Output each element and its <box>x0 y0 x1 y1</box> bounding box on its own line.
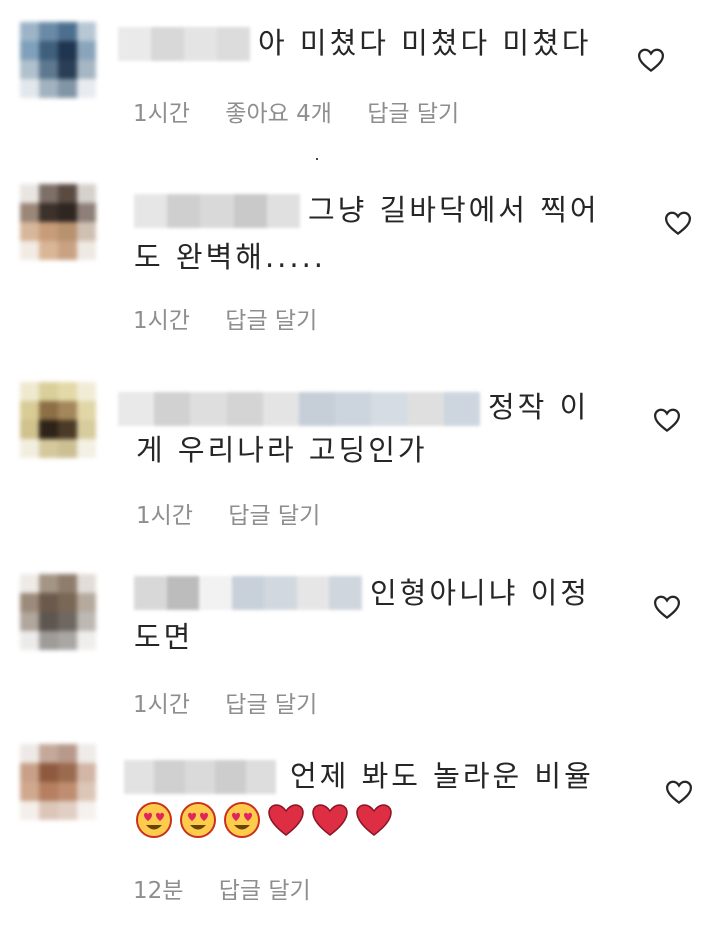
heart-outline-icon[interactable] <box>652 592 682 622</box>
comment-item: 아 미쳤다 미쳤다 미쳤다 1시간 좋아요 4개 답글 달기 <box>0 0 720 145</box>
red-heart-emoji <box>312 804 348 836</box>
username-blurred[interactable] <box>124 760 277 794</box>
avatar[interactable] <box>20 184 96 260</box>
heart-eyes-emoji <box>136 802 172 838</box>
username-blurred[interactable] <box>118 27 250 61</box>
comment-meta: 12분 답글 달기 <box>133 876 339 906</box>
comment-item: 그냥 길바닥에서 찍어 도 완벽해..... 1시간 답글 달기 <box>0 170 720 350</box>
comment-meta: 1시간 좋아요 4개 답글 달기 <box>133 99 487 129</box>
reply-button[interactable]: 답글 달기 <box>225 308 317 334</box>
heart-outline-icon[interactable] <box>652 405 682 435</box>
comment-item: 인형아니냐 이정 도면 1시간 답글 달기 <box>0 560 720 735</box>
username-blurred[interactable] <box>134 194 301 228</box>
reply-button[interactable]: 답글 달기 <box>219 878 311 904</box>
avatar[interactable] <box>20 22 96 98</box>
comment-text: 정작 이 <box>488 390 590 424</box>
comment-meta: 1시간 답글 달기 <box>133 306 345 336</box>
red-heart-emoji <box>356 804 392 836</box>
reply-button[interactable]: 답글 달기 <box>228 503 320 529</box>
comment-text: 아 미쳤다 미쳤다 미쳤다 <box>258 26 592 60</box>
avatar[interactable] <box>20 382 96 458</box>
username-blurred[interactable] <box>118 392 481 426</box>
reply-button[interactable]: 답글 달기 <box>367 101 459 127</box>
comment-time: 1시간 <box>133 308 190 334</box>
comment-time: 1시간 <box>133 101 190 127</box>
comment-time: 12분 <box>133 878 184 904</box>
comment-text: 언제 봐도 놀라운 비율 <box>290 759 594 793</box>
heart-outline-icon[interactable] <box>636 45 666 75</box>
comment-time: 1시간 <box>133 692 190 718</box>
comment-text: 인형아니냐 이정 <box>370 576 590 610</box>
comment-text-continued: 게 우리나라 고딩인가 <box>136 433 428 467</box>
comment-text-continued: 도 완벽해..... <box>134 240 327 274</box>
comment-meta: 1시간 답글 달기 <box>133 690 345 720</box>
heart-eyes-emoji <box>224 802 260 838</box>
heart-eyes-emoji <box>180 802 216 838</box>
comment-item: 정작 이 게 우리나라 고딩인가 1시간 답글 달기 <box>0 367 720 547</box>
comment-text: 그냥 길바닥에서 찍어 <box>308 193 600 227</box>
comment-meta: 1시간 답글 달기 <box>136 501 348 531</box>
stray-pixel <box>316 158 318 160</box>
comment-time: 1시간 <box>136 503 193 529</box>
comment-text-continued: 도면 <box>134 620 194 654</box>
reply-button[interactable]: 답글 달기 <box>225 692 317 718</box>
emoji-row <box>134 800 394 840</box>
likes-count[interactable]: 좋아요 4개 <box>225 101 332 127</box>
heart-outline-icon[interactable] <box>664 777 694 807</box>
avatar[interactable] <box>20 574 96 650</box>
heart-outline-icon[interactable] <box>663 208 693 238</box>
avatar[interactable] <box>20 744 96 820</box>
username-blurred[interactable] <box>134 576 363 610</box>
red-heart-emoji <box>268 804 304 836</box>
comment-item: 언제 봐도 놀라운 비율 12분 답글 달기 <box>0 738 720 925</box>
